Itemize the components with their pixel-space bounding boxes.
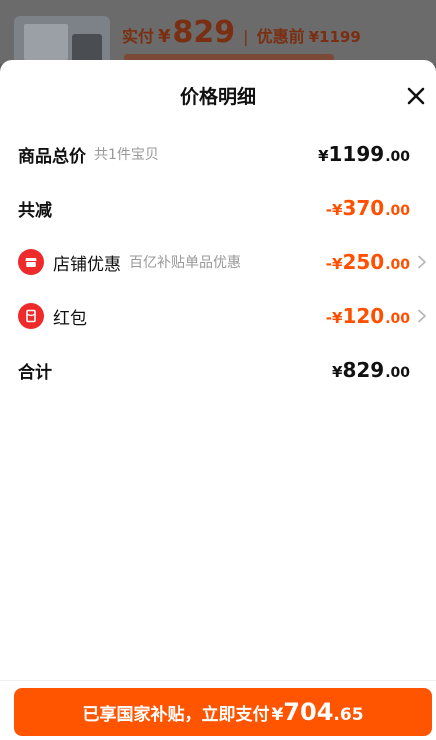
sum-integer: 829 [342, 358, 385, 382]
goods-total-label: 商品总价 [18, 146, 86, 167]
store-discount-integer: 250 [342, 250, 385, 274]
row-store-discount[interactable]: 店铺优惠 百亿补贴单品优惠 -¥ 250 .00 [0, 242, 436, 282]
goods-total-currency: ¥ [318, 147, 329, 165]
pay-button-integer: 704 [283, 698, 334, 726]
sheet-title: 价格明细 [179, 86, 256, 108]
sum-amount: ¥ 829 .00 [332, 358, 410, 382]
paid-label: 实付 [122, 27, 155, 46]
total-discount-label: 共减 [18, 200, 52, 221]
total-discount-currency: -¥ [325, 201, 343, 219]
pay-button-currency: ¥ [271, 705, 284, 725]
red-packet-amount: -¥ 120 .00 [326, 304, 410, 328]
goods-total-sub: 共1件宝贝 [94, 147, 159, 163]
close-button[interactable] [402, 82, 430, 110]
price-detail-sheet: 价格明细 商品总价 共1件宝贝 ¥ 1199 .00 共减 -¥ 370 .00 [0, 60, 436, 740]
goods-total-amount: ¥ 1199 .00 [318, 142, 410, 166]
chevron-right-icon [418, 255, 426, 269]
row-goods-total: 商品总价 共1件宝贝 ¥ 1199 .00 [0, 134, 436, 174]
total-discount-decimal: .00 [385, 203, 410, 219]
paid-currency: ¥ [158, 26, 171, 47]
row-total-discount: 共减 -¥ 370 .00 [0, 188, 436, 228]
store-icon [18, 249, 44, 275]
red-packet-currency: -¥ [325, 309, 343, 327]
store-discount-currency: -¥ [325, 255, 343, 273]
original-price: ¥1199 [308, 28, 361, 46]
store-discount-decimal: .00 [385, 257, 410, 273]
red-packet-icon [18, 303, 44, 329]
sum-decimal: .00 [385, 365, 410, 381]
red-packet-decimal: .00 [385, 311, 410, 327]
row-red-packet[interactable]: 红包 -¥ 120 .00 [0, 296, 436, 336]
total-discount-amount: -¥ 370 .00 [326, 196, 410, 220]
close-icon [407, 87, 425, 105]
row-sum: 合计 ¥ 829 .00 [0, 350, 436, 390]
red-packet-label: 红包 [53, 308, 87, 329]
store-discount-sub: 百亿补贴单品优惠 [129, 255, 241, 271]
sum-label: 合计 [18, 362, 52, 383]
store-discount-label: 店铺优惠 [53, 254, 121, 275]
original-label: 优惠前 [256, 27, 305, 46]
bottom-divider [0, 680, 436, 681]
background-price: 实付 ¥ 829 | 优惠前 ¥1199 [122, 18, 361, 48]
pay-button-text: 已享国家补贴，立即支付 [82, 705, 270, 725]
pay-button-decimal: .65 [333, 705, 364, 725]
chevron-right-icon [418, 309, 426, 323]
pay-now-button[interactable]: 已享国家补贴，立即支付 ¥ 704 .65 [14, 688, 432, 736]
thumbnail-document [24, 24, 68, 60]
store-discount-amount: -¥ 250 .00 [326, 250, 410, 274]
paid-amount: 829 [172, 15, 236, 50]
red-packet-integer: 120 [342, 304, 385, 328]
screen: 实付 ¥ 829 | 优惠前 ¥1199 价格明细 商品总价 共1件宝贝 ¥ 1… [0, 0, 436, 740]
total-discount-integer: 370 [342, 196, 385, 220]
price-separator: | [243, 27, 249, 46]
goods-total-integer: 1199 [328, 142, 385, 166]
goods-total-decimal: .00 [385, 149, 410, 165]
sum-currency: ¥ [332, 363, 343, 381]
background-header: 实付 ¥ 829 | 优惠前 ¥1199 [0, 0, 436, 72]
